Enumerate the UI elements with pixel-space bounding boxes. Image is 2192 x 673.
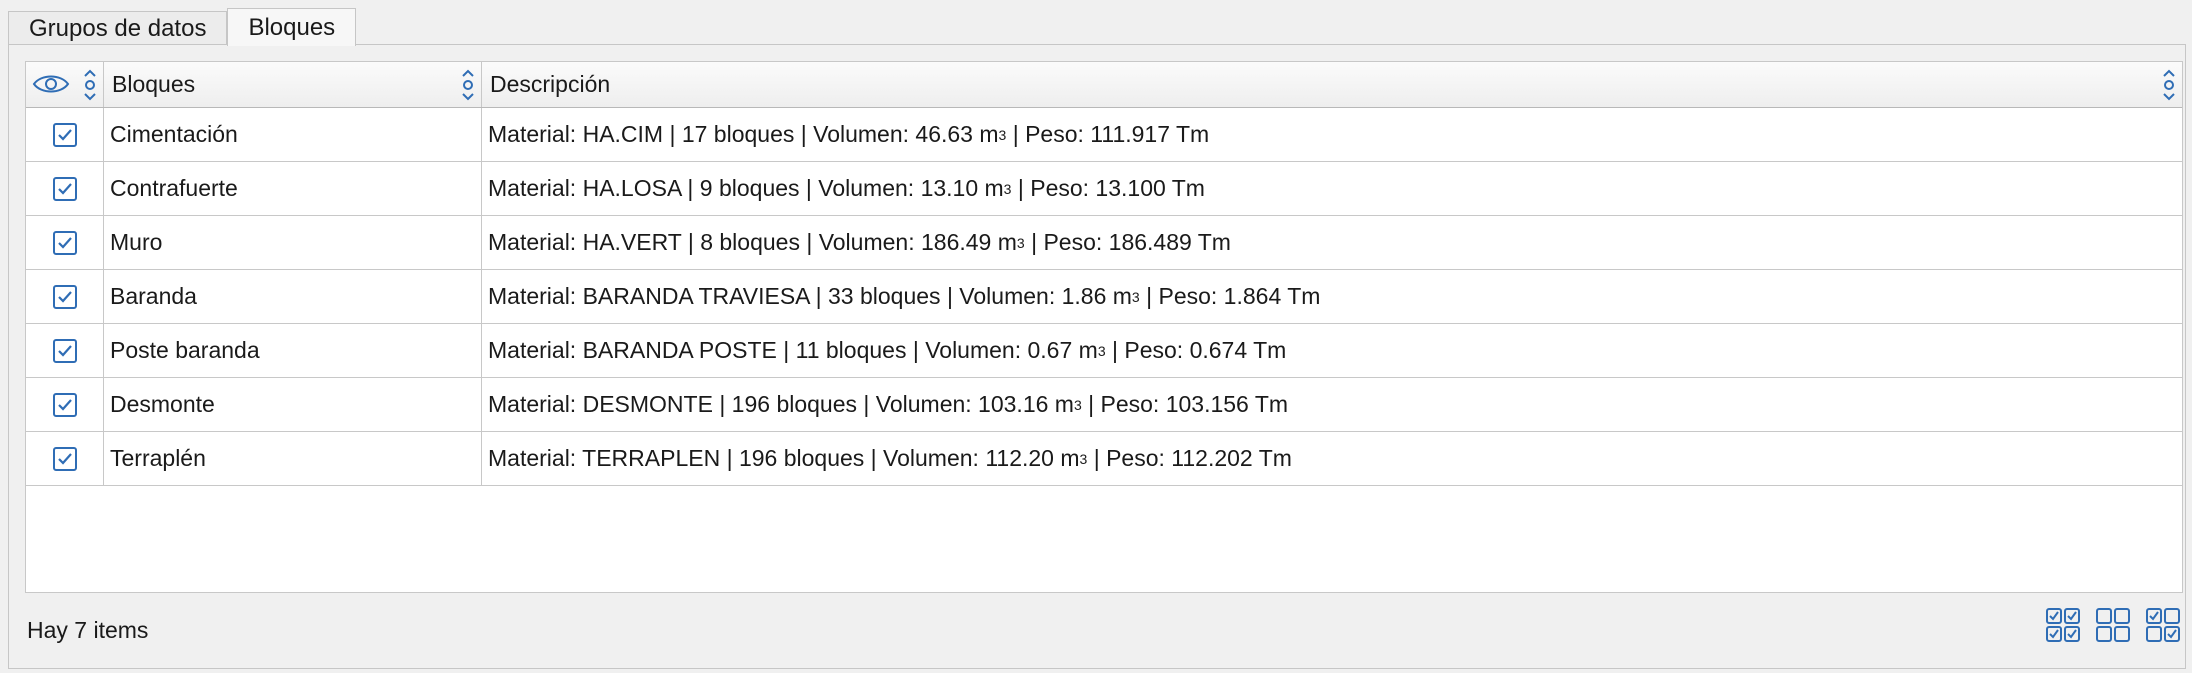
checkmark-icon [57,398,72,411]
table-row[interactable]: Contrafuerte Material: HA.LOSA | 9 bloqu… [26,162,2182,216]
block-description: Material: HA.CIM | 17 bloques | Volumen:… [488,121,1210,147]
checkmark-icon [57,236,72,249]
row-visibility-checkbox[interactable] [52,284,77,309]
column-header-bloques[interactable]: Bloques [104,62,482,107]
checkmark-icon [57,128,72,141]
row-visibility-checkbox[interactable] [52,230,77,255]
block-name: Desmonte [104,378,482,431]
block-description: Material: TERRAPLEN | 196 bloques | Volu… [488,445,1292,471]
row-visibility-checkbox[interactable] [52,392,77,417]
block-description: Material: BARANDA TRAVIESA | 33 bloques … [488,283,1321,309]
tab-panel-bloques: Bloques Descripción Cimentación Material… [8,44,2186,669]
row-visibility-checkbox[interactable] [52,338,77,363]
block-description: Material: DESMONTE | 196 bloques | Volum… [488,391,1289,417]
uncheck-all-icon[interactable] [2095,607,2131,643]
block-name: Baranda [104,270,482,323]
row-visibility-checkbox[interactable] [52,122,77,147]
row-visibility-checkbox[interactable] [52,176,77,201]
column-header-label: Descripción [490,71,611,97]
table-row[interactable]: Cimentación Material: HA.CIM | 17 bloque… [26,108,2182,162]
checkmark-icon [57,290,72,303]
footer-toolbar [2045,607,2181,643]
invert-check-icon[interactable] [2145,607,2181,643]
tab-bloques[interactable]: Bloques [227,8,357,46]
sort-icon[interactable] [2160,68,2178,102]
item-count-status: Hay 7 items [27,617,149,643]
sort-icon[interactable] [81,68,99,102]
table-row[interactable]: Baranda Material: BARANDA TRAVIESA | 33 … [26,270,2182,324]
tab-bar: Grupos de datos Bloques [8,7,357,46]
table-row[interactable]: Muro Material: HA.VERT | 8 bloques | Vol… [26,216,2182,270]
column-header-visibility[interactable] [26,62,104,107]
block-name: Poste baranda [104,324,482,377]
checkmark-icon [57,182,72,195]
block-name: Cimentación [104,108,482,161]
blocks-table: Bloques Descripción Cimentación Material… [25,61,2183,593]
column-header-label: Bloques [112,71,196,97]
column-header-descripcion[interactable]: Descripción [482,62,2182,107]
block-description: Material: HA.LOSA | 9 bloques | Volumen:… [488,175,1205,201]
block-name: Contrafuerte [104,162,482,215]
table-row[interactable]: Terraplén Material: TERRAPLEN | 196 bloq… [26,432,2182,486]
block-description: Material: BARANDA POSTE | 11 bloques | V… [488,337,1287,363]
table-row[interactable]: Desmonte Material: DESMONTE | 196 bloque… [26,378,2182,432]
blocks-window: Grupos de datos Bloques Bloques Descripc… [0,0,2192,673]
eye-icon [32,75,70,93]
table-row[interactable]: Poste baranda Material: BARANDA POSTE | … [26,324,2182,378]
tab-grupos-de-datos[interactable]: Grupos de datos [8,11,228,45]
block-name: Terraplén [104,432,482,485]
check-all-icon[interactable] [2045,607,2081,643]
block-name: Muro [104,216,482,269]
checkmark-icon [57,452,72,465]
checkmark-icon [57,344,72,357]
sort-icon[interactable] [459,68,477,102]
table-header: Bloques Descripción [26,62,2182,108]
row-visibility-checkbox[interactable] [52,446,77,471]
block-description: Material: HA.VERT | 8 bloques | Volumen:… [488,229,1231,255]
